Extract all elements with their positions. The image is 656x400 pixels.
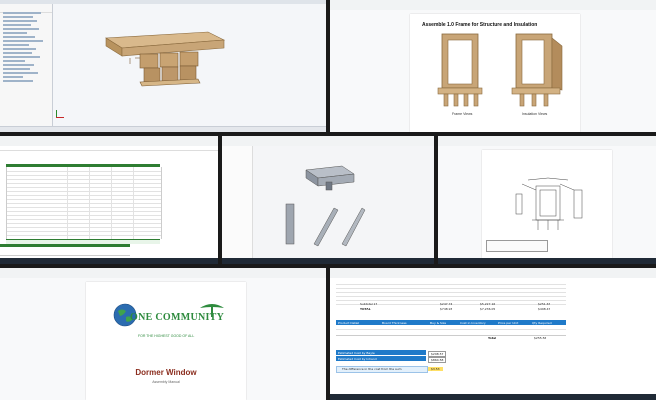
part-toolbar[interactable] xyxy=(222,136,434,146)
cover-title: Dormer Window xyxy=(135,368,197,377)
hdr-5: Qty Required xyxy=(532,320,552,325)
total-v2: $7,236.05 xyxy=(480,307,496,311)
docs-drawing-window xyxy=(438,136,656,264)
total-v3: $498.47 xyxy=(538,307,551,311)
difference-value: $3.53 xyxy=(428,366,443,371)
part-view-iso xyxy=(313,207,339,247)
estimate-label-2: Estimated Cost by Inhand xyxy=(338,356,377,361)
subtotal-label: Subtotal 17 xyxy=(360,302,378,306)
hdr-1: Board Thickness xyxy=(382,320,407,325)
part-side-panel[interactable] xyxy=(222,146,253,258)
docs-page: ONE COMMUNITY FOR THE HIGHEST GOOD OF AL… xyxy=(86,282,246,400)
cad-3d-model[interactable] xyxy=(100,28,230,92)
taskbar[interactable] xyxy=(438,258,656,264)
taskbar[interactable] xyxy=(0,258,218,264)
docs-toolbar[interactable] xyxy=(330,0,656,10)
docs-assembly-title: Assemble 1.0 Frame for Structure and Ins… xyxy=(422,22,538,28)
subtotal-v1: $247.74 xyxy=(440,302,453,306)
hdr-2: Buy & Size xyxy=(430,320,447,325)
hdr-3: Cost in Inventory xyxy=(460,320,486,325)
docs-toolbar[interactable] xyxy=(438,136,656,146)
taskbar[interactable] xyxy=(222,258,434,264)
sheet-totals-window: Subtotal 17 $247.74 $5,227.16 $251.67 TO… xyxy=(330,268,656,400)
frame-caption: Frame Views xyxy=(452,112,473,116)
part-3d-view xyxy=(305,165,355,191)
total-v1: $748.93 xyxy=(440,307,453,311)
sheet-grid[interactable] xyxy=(6,167,162,239)
subtotal-v2: $5,227.16 xyxy=(480,302,496,306)
docs-toolbar[interactable] xyxy=(0,268,326,278)
technical-drawing xyxy=(515,177,583,230)
insulation-caption: Insulation Views xyxy=(522,112,548,116)
sheet-bottom-rows xyxy=(0,247,130,256)
product-total-label: Total xyxy=(488,336,497,340)
estimate-label-1: Estimated Cost by Bayle xyxy=(338,350,375,355)
sheet-toolbar[interactable] xyxy=(330,268,656,278)
cad-bottom-tabs[interactable] xyxy=(0,126,326,132)
product-rows xyxy=(336,325,566,336)
docs-assembly-window: Assemble 1.0 Frame for Structure and Ins… xyxy=(330,0,656,132)
difference-label: The difference in the cost from the sum xyxy=(342,366,402,371)
total-label: TOTAL xyxy=(360,307,371,311)
part-view-side xyxy=(341,207,366,247)
cover-subtitle: Assembly Manual xyxy=(152,380,180,384)
frame-illustration xyxy=(437,33,483,107)
sheet-cost-window xyxy=(0,136,218,264)
docs-page: Assemble 1.0 Frame for Structure and Ins… xyxy=(410,14,580,132)
hdr-0: Product Detail xyxy=(338,320,360,325)
sheet-formula-bar[interactable] xyxy=(0,146,218,151)
logo-text: ONE COMMUNITY xyxy=(130,312,225,323)
part-view-front xyxy=(285,203,295,245)
subtotal-v3: $251.67 xyxy=(538,302,551,306)
part-views-window xyxy=(222,136,434,264)
product-total-value: $255.56 xyxy=(534,336,547,340)
insulation-illustration xyxy=(511,33,563,107)
docs-cover-window: ONE COMMUNITY FOR THE HIGHEST GOOD OF AL… xyxy=(0,268,326,400)
estimate-value-2: $864.58 xyxy=(428,356,447,363)
sheet-toolbar[interactable] xyxy=(0,136,218,146)
cad-axis-indicator xyxy=(56,110,64,118)
drawing-table xyxy=(486,240,548,252)
cad-tree-items xyxy=(3,10,47,84)
cad-window xyxy=(0,0,326,132)
hdr-4: Price per Unit xyxy=(498,320,519,325)
logo-tagline: FOR THE HIGHEST GOOD OF ALL xyxy=(138,334,195,338)
taskbar[interactable] xyxy=(330,394,656,400)
